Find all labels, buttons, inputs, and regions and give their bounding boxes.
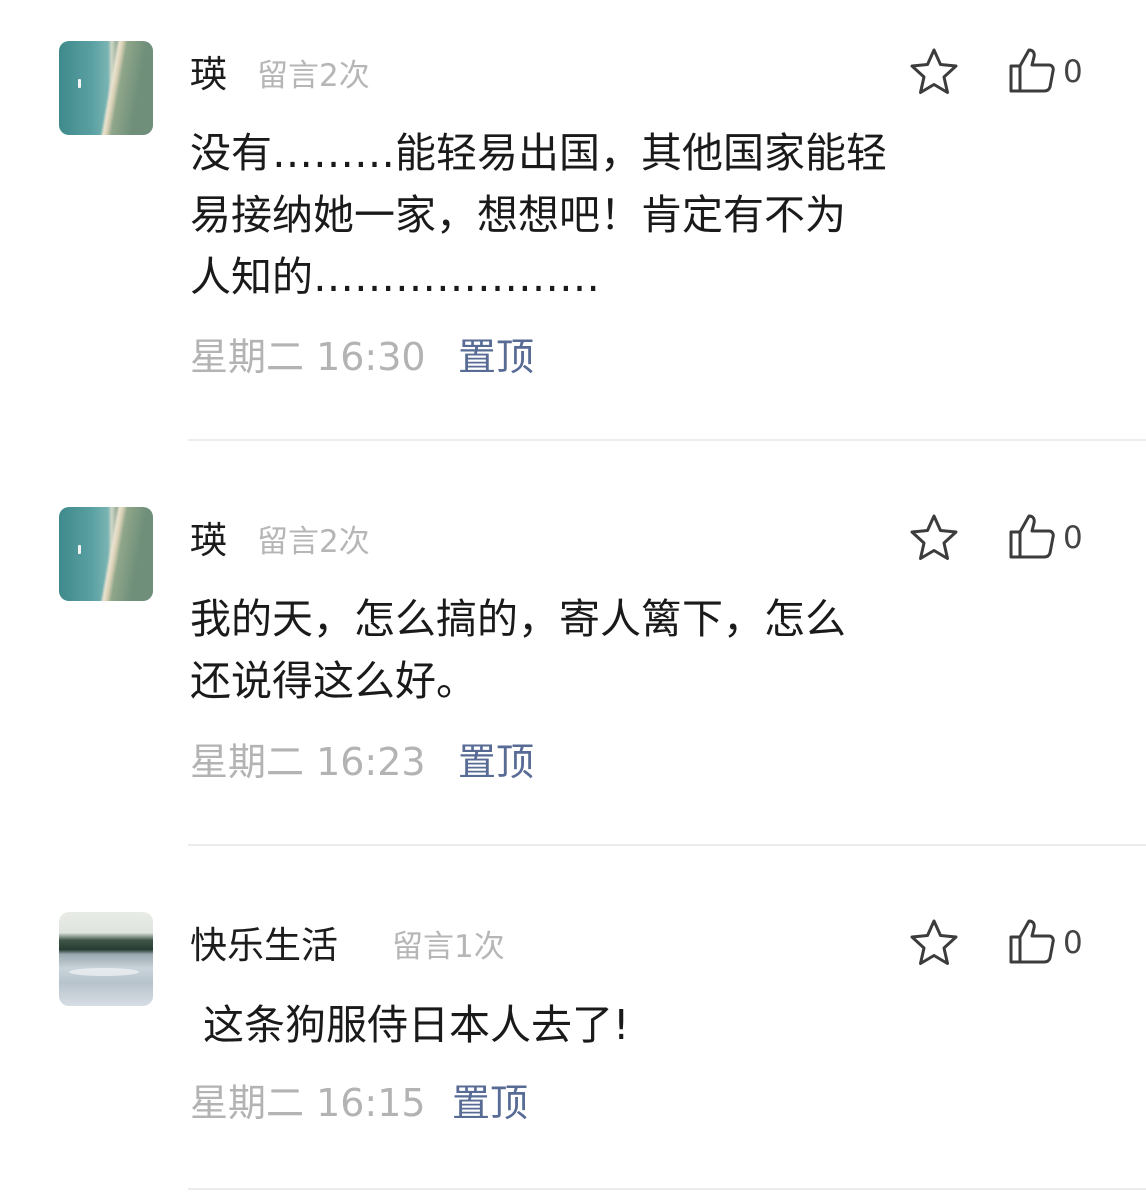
comment-text: 我的天，怎么搞的，寄人篱下，怎么 还说得这么好。	[190, 595, 846, 705]
author-name[interactable]: 瑛	[190, 510, 227, 564]
thumbs-up-icon[interactable]	[1006, 44, 1058, 96]
avatar[interactable]	[59, 912, 153, 1006]
divider	[188, 439, 1146, 441]
comment-text: 这条狗服侍日本人去了!	[190, 1001, 630, 1049]
pin-button[interactable]: 置顶	[458, 731, 534, 786]
divider	[188, 844, 1146, 846]
comment-count-label: 留言2次	[257, 58, 370, 94]
comment-time: 星期二 16:30	[190, 335, 426, 379]
pin-button[interactable]: 置顶	[452, 1072, 528, 1127]
avatar[interactable]	[59, 507, 153, 601]
comment-count-label: 留言2次	[257, 524, 370, 560]
comment-time: 星期二 16:23	[190, 740, 426, 784]
star-icon[interactable]	[908, 512, 960, 564]
thumbs-up-icon[interactable]	[1006, 915, 1058, 967]
comment-count-label: 留言1次	[392, 929, 505, 965]
comment-text: 没有………能轻易出国，其他国家能轻 易接纳她一家，想想吧！肯定有不为 人知的………	[190, 129, 887, 301]
pin-button[interactable]: 置顶	[458, 326, 534, 381]
like-count: 0	[1063, 54, 1083, 90]
like-count: 0	[1063, 925, 1083, 961]
author-name[interactable]: 快乐生活	[190, 915, 338, 969]
boat-mark	[78, 79, 81, 88]
boat-mark	[78, 545, 81, 554]
like-count: 0	[1063, 520, 1083, 556]
divider	[188, 1188, 1146, 1190]
thumbs-up-icon[interactable]	[1006, 510, 1058, 562]
author-name[interactable]: 瑛	[190, 44, 227, 98]
water-ripple	[69, 968, 139, 976]
star-icon[interactable]	[908, 46, 960, 98]
comment-time: 星期二 16:15	[190, 1081, 426, 1125]
star-icon[interactable]	[908, 917, 960, 969]
avatar[interactable]	[59, 41, 153, 135]
